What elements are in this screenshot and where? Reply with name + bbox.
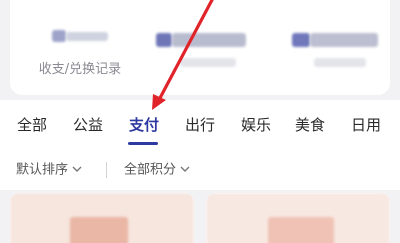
active-tab-indicator — [128, 142, 158, 145]
stat-item[interactable] — [280, 0, 400, 95]
tab-charity[interactable]: 公益 — [66, 100, 110, 150]
points-filter-dropdown[interactable]: 全部积分 — [124, 150, 190, 190]
product-image — [268, 217, 334, 243]
exchange-records-label: 收支/兑换记录 — [38, 62, 122, 77]
product-image — [70, 217, 128, 243]
filter-divider — [106, 162, 107, 178]
blurred-value — [66, 32, 108, 41]
filter-bar: 默认排序 全部积分 — [0, 150, 400, 190]
stat-item[interactable] — [150, 0, 270, 95]
points-filter-label: 全部积分 — [124, 162, 177, 178]
product-card[interactable] — [10, 193, 194, 243]
chevron-down-icon — [180, 150, 190, 190]
tab-entertainment[interactable]: 娱乐 — [234, 100, 278, 150]
chevron-down-icon — [72, 150, 82, 190]
tab-travel[interactable]: 出行 — [178, 100, 222, 150]
blurred-label — [180, 58, 236, 67]
tab-food[interactable]: 美食 — [288, 100, 332, 150]
blurred-value — [156, 33, 172, 47]
blurred-value — [172, 33, 246, 47]
exchange-records-item[interactable]: 收支/兑换记录 — [20, 0, 140, 95]
blurred-label — [314, 58, 366, 67]
product-card[interactable] — [206, 193, 390, 243]
points-summary-card: 收支/兑换记录 — [10, 0, 390, 95]
blurred-value — [310, 33, 378, 47]
blurred-value — [52, 30, 66, 42]
category-tab-bar: 全部 公益 支付 出行 娱乐 美食 日用 — [0, 100, 400, 150]
sort-dropdown[interactable]: 默认排序 — [16, 150, 82, 190]
tab-daily[interactable]: 日用 — [344, 100, 388, 150]
blurred-value — [292, 33, 310, 47]
tab-all[interactable]: 全部 — [10, 100, 54, 150]
sort-dropdown-label: 默认排序 — [16, 162, 69, 178]
